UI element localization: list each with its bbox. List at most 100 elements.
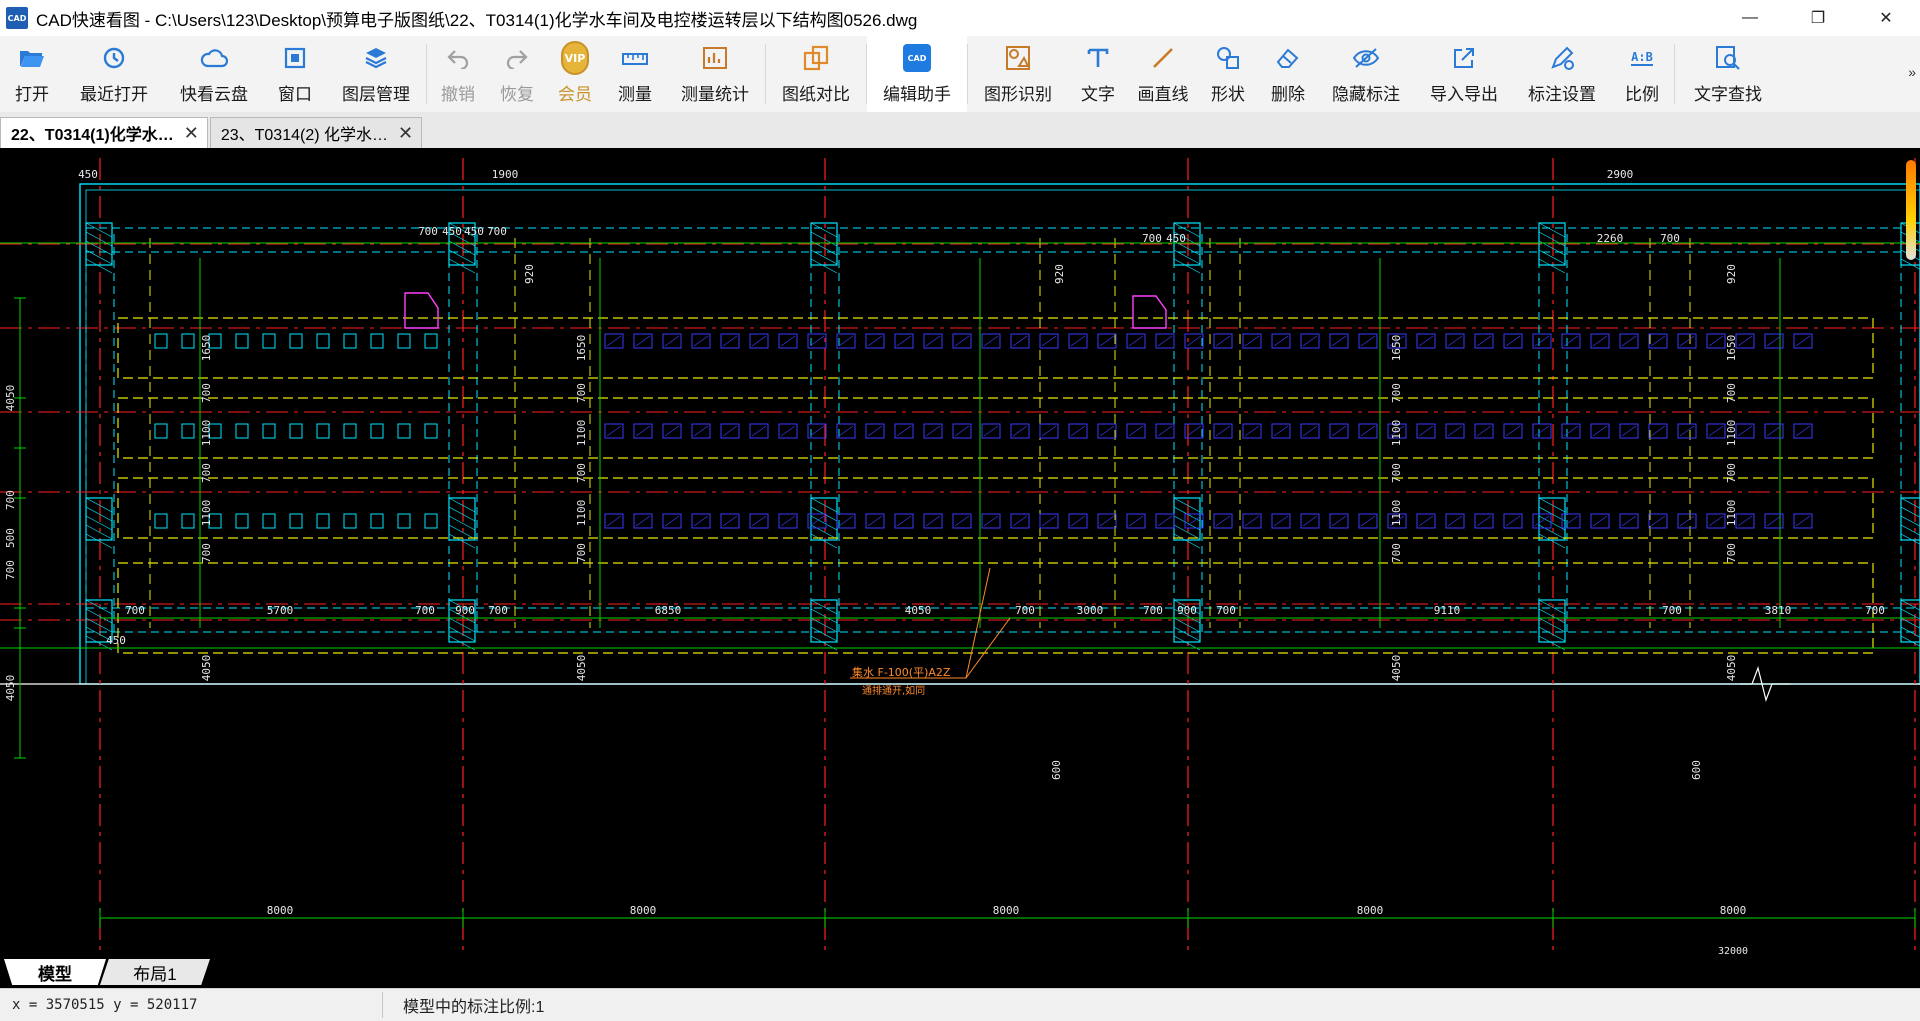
equipment-mark <box>1563 335 1579 347</box>
scale-button[interactable]: A:B 比例 <box>1610 36 1674 112</box>
column-hatch <box>1900 515 1920 527</box>
equipment-mark <box>867 515 883 527</box>
tab-close-icon[interactable]: ✕ <box>398 123 413 144</box>
layer-manager-button[interactable]: 图层管理 <box>326 36 426 112</box>
tab-close-icon[interactable]: ✕ <box>184 123 199 144</box>
equipment-mark <box>1215 515 1231 527</box>
equipment-mark <box>1476 335 1492 347</box>
equipment-mark <box>1128 515 1144 527</box>
vip-button[interactable]: VIP 会员 <box>545 36 605 112</box>
minimize-button[interactable]: — <box>1716 0 1784 36</box>
column-hatch <box>1900 506 1920 518</box>
equipment-mark <box>809 425 825 437</box>
equipment-mark <box>1795 515 1811 527</box>
equipment-symbol <box>235 333 249 349</box>
equipment-mark <box>925 425 941 437</box>
undo-button[interactable]: 撤销 <box>427 36 489 112</box>
dimension-label: 500 <box>4 528 17 548</box>
column-hatch <box>1900 599 1920 611</box>
equipment-symbol <box>235 513 249 529</box>
equipment-mark <box>606 425 622 437</box>
equipment-mark <box>1505 335 1521 347</box>
hide-annotations-button[interactable]: 隐藏标注 <box>1318 36 1414 112</box>
measure-stats-button[interactable]: 测量统计 <box>665 36 765 112</box>
dimension-label: 8000 <box>1357 904 1384 917</box>
column-hatch <box>810 599 838 615</box>
shape-button[interactable]: 形状 <box>1198 36 1258 112</box>
equipment-symbol <box>370 513 384 529</box>
drawing-canvas[interactable]: 450 1900 700 450 450 700 920 700 450 920 2900 2260 7… <box>0 148 1920 956</box>
find-text-button[interactable]: 文字查找 <box>1675 36 1781 112</box>
equipment-mark <box>1302 425 1318 437</box>
dimension-label: 700 <box>200 383 213 403</box>
equipment-mark <box>1244 335 1260 347</box>
import-export-button[interactable]: 导入导出 <box>1414 36 1514 112</box>
dimension-label: 700 <box>487 225 507 238</box>
column-hatch <box>810 617 838 633</box>
dimension-label: 5700 <box>267 604 294 617</box>
equipment-mark <box>1157 425 1173 437</box>
cloud-drive-button[interactable]: 快看云盘 <box>164 36 264 112</box>
column-hatch <box>1538 222 1566 238</box>
measure-button[interactable]: 测量 <box>605 36 665 112</box>
equipment-mark <box>664 425 680 437</box>
equipment-mark <box>1157 335 1173 347</box>
compare-drawings-button[interactable]: 图纸对比 <box>766 36 866 112</box>
dimension-label: 1100 <box>1390 420 1403 447</box>
tab-model[interactable]: 模型 <box>4 959 106 985</box>
equipment-mark <box>954 515 970 527</box>
draw-line-button[interactable]: 画直线 <box>1128 36 1198 112</box>
equipment-mark <box>1244 425 1260 437</box>
leader-line <box>850 567 991 679</box>
equipment-symbol <box>181 333 195 349</box>
dimension-label: 700 <box>200 463 213 483</box>
recent-open-button[interactable]: 最近打开 <box>64 36 164 112</box>
column-hatch <box>448 626 476 642</box>
shape-recognition-button[interactable]: 图形识别 <box>968 36 1068 112</box>
equipment-mark <box>1766 425 1782 437</box>
equipment-mark <box>896 515 912 527</box>
dimension-label: 700 <box>1390 543 1403 563</box>
equipment-mark <box>983 425 999 437</box>
equipment-mark <box>1766 335 1782 347</box>
redo-button[interactable]: 恢复 <box>489 36 545 112</box>
column-hatch <box>810 524 838 540</box>
window-button[interactable]: 窗口 <box>264 36 326 112</box>
cad-drawing: 450 1900700 450 450 700920700 45092029002260 7… <box>0 158 1920 956</box>
equipment-mark <box>780 425 796 437</box>
equipment-mark <box>1418 335 1434 347</box>
edit-assistant-button[interactable]: CAD 编辑助手 <box>867 36 967 112</box>
dimension-label: 450 <box>1166 232 1186 245</box>
equipment-symbol <box>316 513 330 529</box>
dimension-label: 4050 <box>575 655 588 682</box>
compare-icon <box>802 44 830 72</box>
equipment-mark <box>983 515 999 527</box>
equipment-mark <box>1128 425 1144 437</box>
equipment-mark <box>838 515 854 527</box>
tab-layout1[interactable]: 布局1 <box>100 959 210 985</box>
equipment-mark <box>1737 515 1753 527</box>
annotation-settings-button[interactable]: 标注设置 <box>1514 36 1610 112</box>
text-button[interactable]: 文字 <box>1068 36 1128 112</box>
equipment-mark <box>664 335 680 347</box>
tab-drawing-23[interactable]: 23、T0314(2) 化学水… ✕ <box>209 117 423 148</box>
equipment-mark <box>1099 335 1115 347</box>
open-button[interactable]: 打开 <box>0 36 64 112</box>
equipment-mark <box>693 335 709 347</box>
equipment-mark <box>925 515 941 527</box>
equipment-mark <box>1244 515 1260 527</box>
cad-edit-icon: CAD <box>903 44 931 72</box>
equipment-mark <box>780 515 796 527</box>
vertical-scrollbar[interactable] <box>1906 160 1916 260</box>
column-hatch <box>1900 608 1920 620</box>
restore-button[interactable]: ❐ <box>1784 0 1852 36</box>
dimension-label: 700 <box>1143 604 1163 617</box>
equipment-mark <box>635 335 651 347</box>
equipment-symbol <box>235 423 249 439</box>
delete-button[interactable]: 删除 <box>1258 36 1318 112</box>
tab-drawing-22[interactable]: 22、T0314(1)化学水… ✕ <box>0 117 208 148</box>
dimension-label: 700 <box>415 604 435 617</box>
close-button[interactable]: ✕ <box>1852 0 1920 36</box>
toolbar-more-button[interactable]: » <box>1908 64 1916 80</box>
equipment-symbol <box>289 333 303 349</box>
